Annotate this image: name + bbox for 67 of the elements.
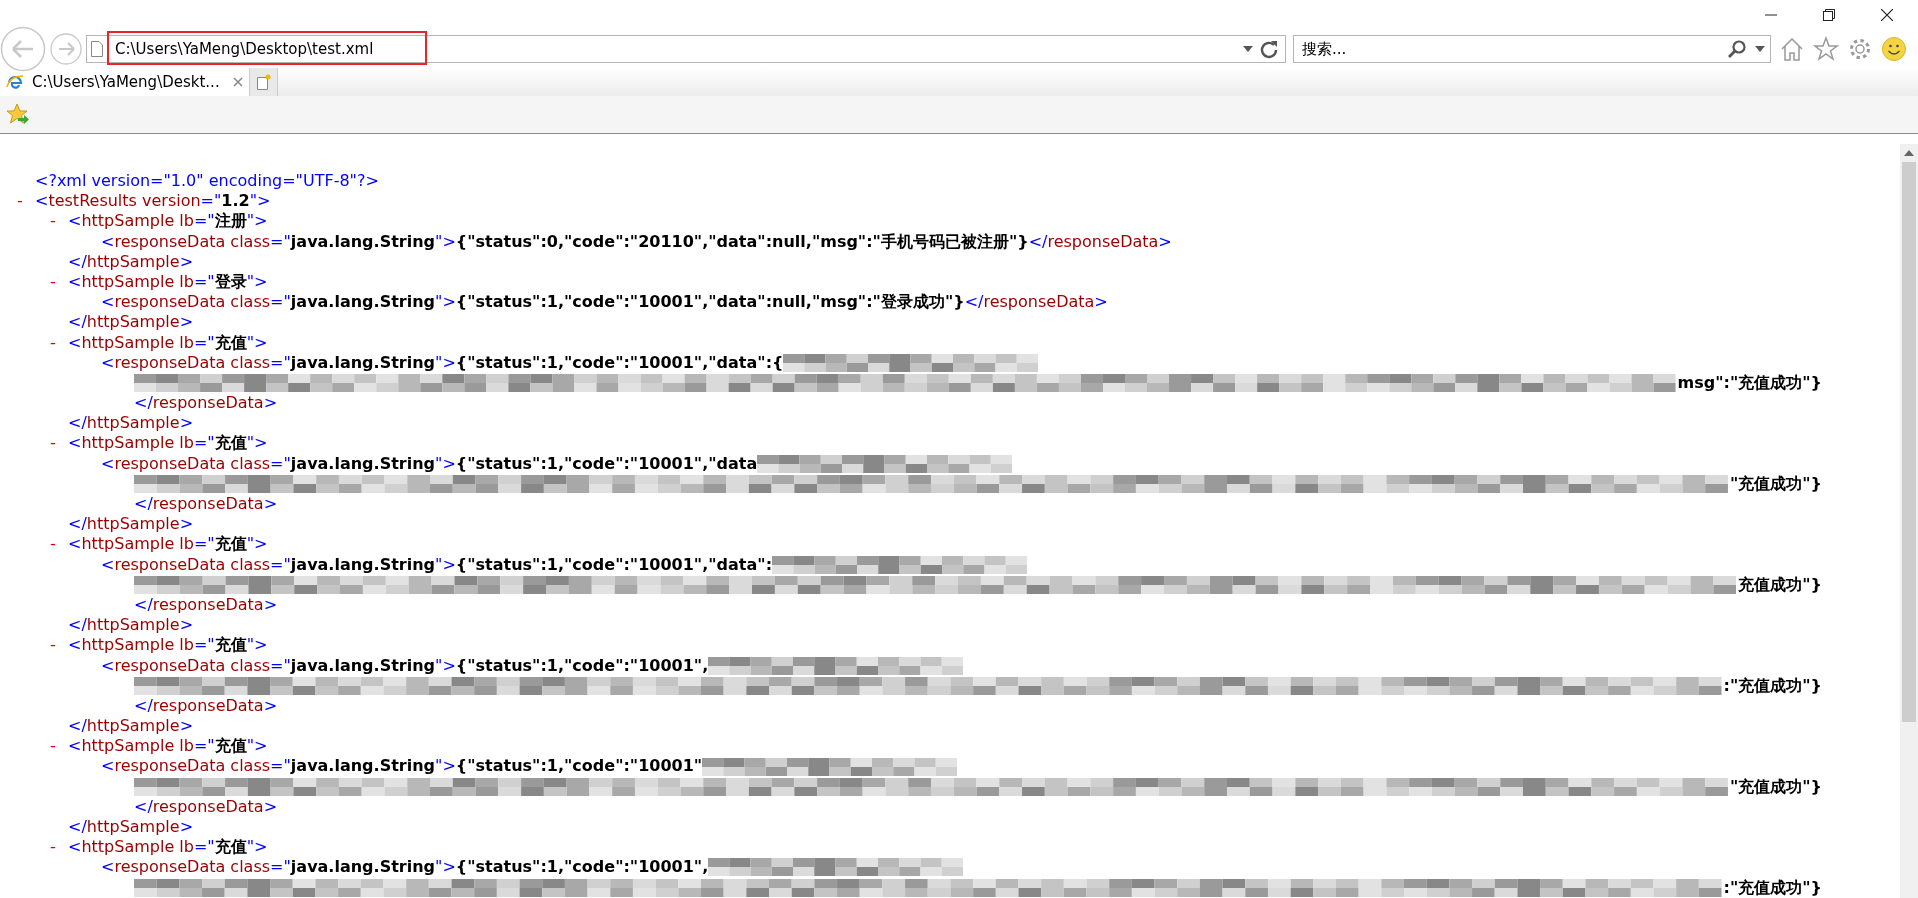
xml-text: msg":"充值成功"} bbox=[1677, 372, 1822, 394]
xml-text: :"充值成功"} bbox=[1723, 877, 1822, 898]
xml-line: <httpSample lb="登录"> bbox=[68, 271, 268, 293]
favorites-star-icon[interactable] bbox=[6, 102, 30, 127]
search-field[interactable]: 搜索... bbox=[1293, 35, 1771, 63]
scroll-up-icon[interactable] bbox=[1904, 150, 1914, 156]
xml-line: </responseData> bbox=[134, 796, 278, 817]
xml-line: </httpSample> bbox=[68, 817, 194, 838]
restore-icon[interactable] bbox=[1823, 9, 1835, 21]
xml-line: </httpSample> bbox=[68, 514, 194, 535]
xml-line: <responseData class="java.lang.String">{"status":1,"code":"10001","data": bbox=[101, 554, 773, 575]
page-icon bbox=[91, 41, 103, 57]
xml-line: <testResults version="1.2"> bbox=[35, 191, 271, 212]
xml-line: <httpSample lb="充值"> bbox=[68, 736, 268, 757]
settings-icon[interactable] bbox=[1847, 36, 1873, 62]
xml-line: <responseData class="java.lang.String">{"status":0,"code":"20110","data":null,"msg":"手机号码已被注册"}</responseData> bbox=[101, 231, 1172, 252]
xml-line: <responseData class="java.lang.String">{"status":1,"code":"10001" bbox=[101, 756, 703, 777]
xml-text: "充值成功"} bbox=[1729, 473, 1822, 494]
xml-line: </httpSample> bbox=[68, 716, 194, 737]
collapse-toggle[interactable]: - bbox=[50, 332, 56, 353]
xml-line: <httpSample lb="充值"> bbox=[68, 837, 268, 858]
collapse-toggle[interactable]: - bbox=[50, 534, 56, 555]
collapse-toggle[interactable]: - bbox=[50, 211, 56, 232]
xml-line: <httpSample lb="注册"> bbox=[68, 211, 268, 232]
xml-line: <responseData class="java.lang.String">{"status":1,"code":"10001","data":{ bbox=[101, 352, 784, 373]
collapse-toggle[interactable]: - bbox=[50, 271, 56, 293]
address-text: C:\Users\YaMeng\Desktop\test.xml bbox=[115, 40, 374, 58]
xml-text: "充值成功"} bbox=[1729, 776, 1822, 797]
xml-line: <responseData class="java.lang.String">{"status":1,"code":"10001","data bbox=[101, 453, 758, 474]
star-icon[interactable] bbox=[1813, 36, 1839, 62]
scrollbar[interactable] bbox=[1900, 144, 1918, 898]
collapse-toggle[interactable]: - bbox=[17, 191, 23, 212]
close-icon[interactable] bbox=[1881, 9, 1893, 21]
xml-line: </httpSample> bbox=[68, 251, 194, 272]
collapse-toggle[interactable]: - bbox=[50, 635, 56, 656]
xml-line: <responseData class="java.lang.String">{"status":1,"code":"10001", bbox=[101, 857, 709, 878]
xml-text: 充值成功"} bbox=[1738, 574, 1822, 595]
tab-title: C:\Users\YaMeng\Deskt... bbox=[32, 73, 221, 91]
xml-line: <httpSample lb="充值"> bbox=[68, 332, 268, 353]
search-icon[interactable] bbox=[1727, 39, 1747, 59]
xml-line: </httpSample> bbox=[68, 312, 194, 333]
xml-line: </responseData> bbox=[134, 393, 278, 414]
smiley-icon[interactable] bbox=[1881, 36, 1907, 62]
xml-declaration: <?xml version="1.0" encoding="UTF-8"?> bbox=[35, 171, 379, 192]
xml-text: :"充值成功"} bbox=[1723, 675, 1822, 696]
dropdown-icon[interactable] bbox=[1755, 46, 1765, 52]
collapse-toggle[interactable]: - bbox=[50, 433, 56, 454]
collapse-toggle[interactable]: - bbox=[50, 736, 56, 757]
xml-line: <httpSample lb="充值"> bbox=[68, 433, 268, 454]
new-tab-icon bbox=[256, 74, 271, 90]
xml-line: <httpSample lb="充值"> bbox=[68, 534, 268, 555]
xml-line: <responseData class="java.lang.String">{"status":1,"code":"10001","data":null,"msg":"登录成功"}</responseData> bbox=[101, 292, 1108, 313]
refresh-icon[interactable] bbox=[1259, 39, 1279, 59]
xml-line: </responseData> bbox=[134, 594, 278, 616]
ie-icon bbox=[6, 73, 24, 91]
xml-line: </httpSample> bbox=[68, 615, 194, 636]
scrollbar-thumb[interactable] bbox=[1902, 162, 1916, 722]
xml-line: <httpSample lb="充值"> bbox=[68, 635, 268, 656]
collapse-toggle[interactable]: - bbox=[50, 837, 56, 858]
new-tab-button[interactable] bbox=[250, 68, 278, 96]
xml-line: </httpSample> bbox=[68, 413, 194, 434]
home-icon[interactable] bbox=[1779, 36, 1805, 62]
xml-line: </responseData> bbox=[134, 494, 278, 515]
xml-line: </responseData> bbox=[134, 695, 278, 717]
xml-line: <responseData class="java.lang.String">{"status":1,"code":"10001", bbox=[101, 655, 709, 676]
dropdown-icon[interactable] bbox=[1243, 46, 1253, 52]
browser-tab[interactable]: C:\Users\YaMeng\Deskt... bbox=[0, 68, 250, 96]
